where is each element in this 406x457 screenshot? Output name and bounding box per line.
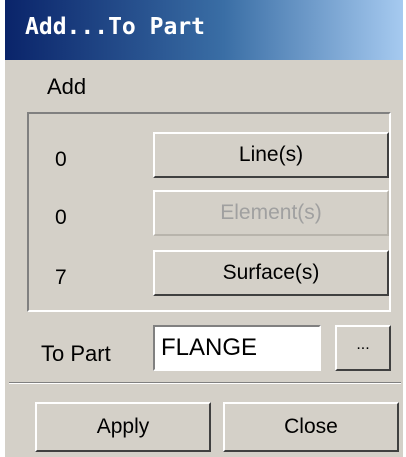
add-section-label: Add <box>47 74 87 99</box>
title-bar[interactable]: Add...To Part <box>5 0 403 60</box>
element-count: 0 <box>55 206 67 229</box>
part-name-input[interactable] <box>153 325 321 371</box>
elements-button[interactable]: Element(s) <box>153 190 389 236</box>
lines-button[interactable]: Line(s) <box>153 132 389 178</box>
footer-separator <box>9 382 401 384</box>
to-part-label: To Part <box>41 341 111 366</box>
apply-button[interactable]: Apply <box>35 402 211 452</box>
browse-part-button[interactable]: ... <box>335 325 391 371</box>
surface-count: 7 <box>55 266 67 289</box>
surfaces-button[interactable]: Surface(s) <box>153 250 389 296</box>
line-count: 0 <box>55 148 67 171</box>
window-title: Add...To Part <box>25 14 206 40</box>
add-to-part-dialog: Add...To Part Add 0 Line(s) 0 Element(s)… <box>4 0 403 457</box>
close-button[interactable]: Close <box>223 402 399 452</box>
